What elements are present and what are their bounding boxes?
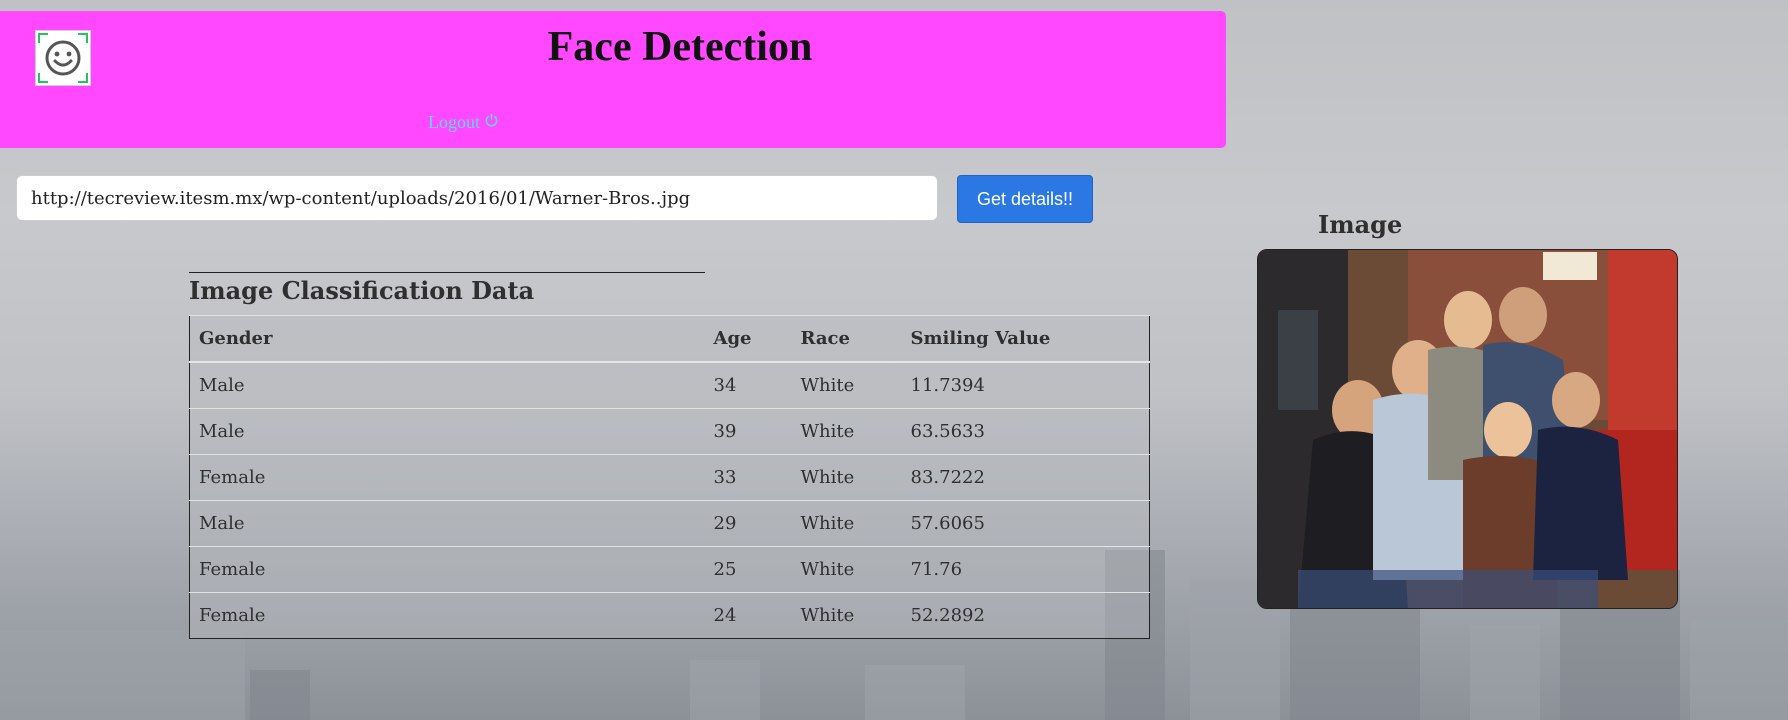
cell-age: 39 [704, 408, 792, 455]
cell-gender: Male [189, 408, 705, 455]
cell-race: White [791, 546, 902, 593]
table-row: Male 29 White 57.6065 [189, 500, 1150, 547]
column-header-age: Age [704, 315, 792, 363]
table-row: Female 25 White 71.76 [189, 546, 1150, 593]
cell-gender: Female [189, 454, 705, 501]
classification-table: Gender Age Race Smiling Value Male 34 Wh… [189, 315, 1150, 639]
classification-title: Image Classification Data [189, 276, 535, 305]
column-header-smiling-value: Smiling Value [901, 315, 1150, 363]
cell-race: White [791, 500, 902, 547]
cell-smiling-value: 57.6065 [901, 500, 1150, 547]
cell-race: White [791, 454, 902, 501]
cell-smiling-value: 83.7222 [901, 454, 1150, 501]
table-row: Male 34 White 11.7394 [189, 361, 1150, 409]
group-photo [1257, 249, 1678, 609]
cell-smiling-value: 11.7394 [901, 361, 1150, 409]
cell-gender: Female [189, 592, 705, 639]
cell-smiling-value: 52.2892 [901, 592, 1150, 639]
column-header-race: Race [791, 315, 902, 363]
table-row: Male 39 White 63.5633 [189, 408, 1150, 455]
cell-age: 24 [704, 592, 792, 639]
cell-age: 34 [704, 361, 792, 409]
cell-age: 29 [704, 500, 792, 547]
header-bar: Face Detection Logout [0, 11, 1226, 148]
column-header-gender: Gender [189, 315, 705, 363]
cell-smiling-value: 71.76 [901, 546, 1150, 593]
cell-race: White [791, 592, 902, 639]
cell-gender: Male [189, 361, 705, 409]
cell-gender: Male [189, 500, 705, 547]
table-row: Female 24 White 52.2892 [189, 592, 1150, 639]
cell-smiling-value: 63.5633 [901, 408, 1150, 455]
table-row: Female 33 White 83.7222 [189, 454, 1150, 501]
cell-race: White [791, 361, 902, 409]
logout-label: Logout [428, 112, 480, 132]
table-header-row: Gender Age Race Smiling Value [189, 315, 1150, 363]
cell-race: White [791, 408, 902, 455]
page-title: Face Detection [547, 24, 813, 70]
logout-link[interactable]: Logout [428, 112, 499, 133]
power-icon [484, 112, 499, 133]
divider [189, 272, 705, 273]
cell-age: 33 [704, 454, 792, 501]
image-heading: Image [1318, 210, 1403, 239]
cell-gender: Female [189, 546, 705, 593]
get-details-button[interactable]: Get details!! [957, 175, 1093, 223]
image-url-input[interactable] [16, 175, 938, 221]
cell-age: 25 [704, 546, 792, 593]
